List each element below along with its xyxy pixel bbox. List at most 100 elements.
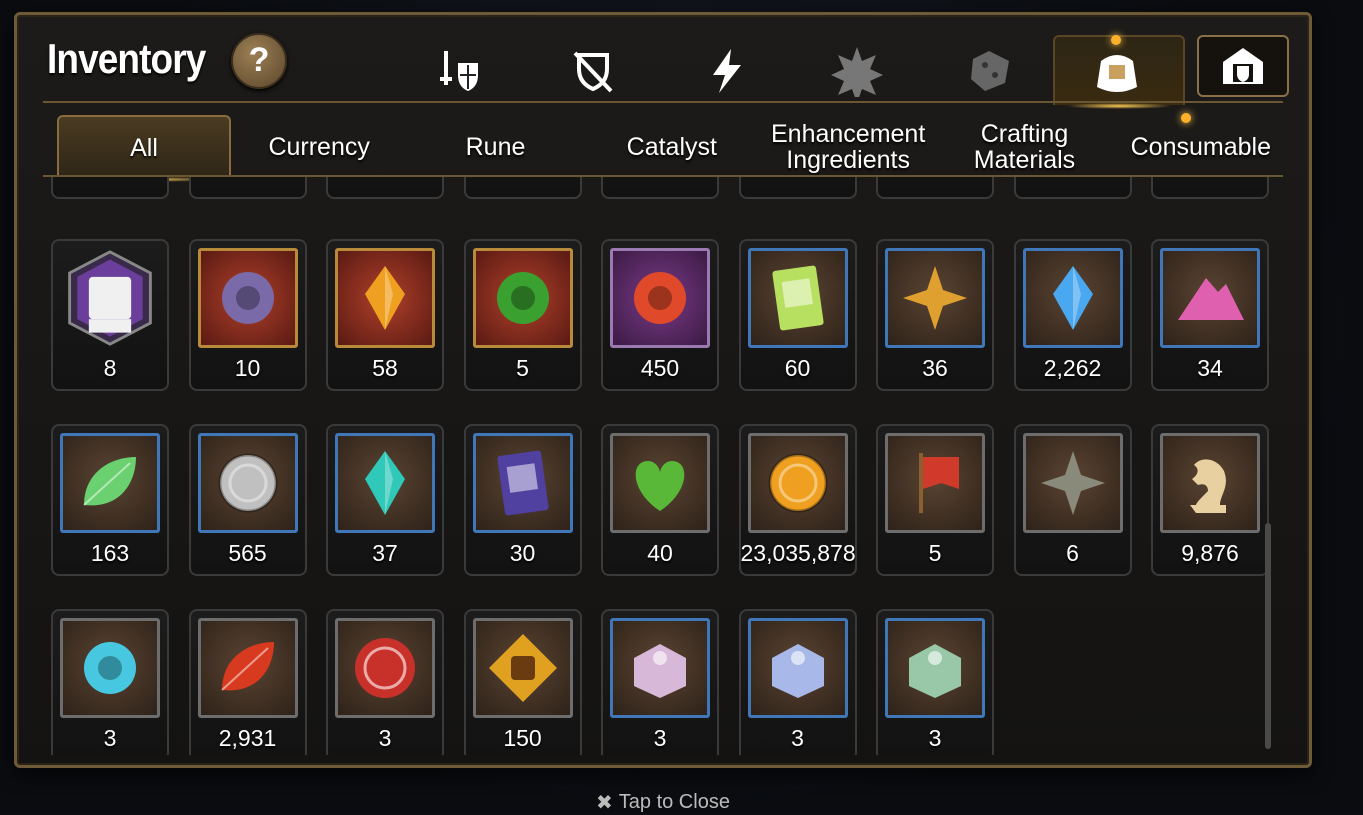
item-frame [335,433,435,533]
red-leaf-icon [220,642,274,691]
clover-charm-icon [496,272,549,324]
item-slot[interactable]: 40 [601,424,719,576]
category-tab-dice[interactable] [961,43,1017,99]
item-slot-partial[interactable] [738,177,857,199]
purple-book-icon [496,450,549,516]
item-frame [197,433,298,533]
item-slot[interactable]: 3 [51,609,169,755]
help-button[interactable]: ? [231,33,287,89]
item-slot[interactable]: 3 [601,609,719,755]
item-slot[interactable]: 37 [326,424,444,576]
item-quantity: 23,035,878 [740,540,856,566]
item-slot[interactable]: 34 [1151,239,1269,391]
item-slot-partial[interactable] [876,177,994,199]
item-frame [1022,433,1123,533]
item-frame [885,248,985,348]
item-slot[interactable]: 3 [876,609,994,755]
item-frame [60,433,160,533]
item-slot-partial[interactable] [463,177,582,199]
item-quantity: 3 [378,725,392,751]
item-frame [335,248,435,348]
purple-rune-icon [221,272,274,324]
storage-icon [1223,48,1263,84]
tap-to-close-label: Tap to Close [618,791,730,813]
item-frame [197,248,298,348]
item-frame [472,433,573,533]
item-frame [610,618,710,718]
tab-label: Rune [465,133,526,161]
item-frame [747,248,848,348]
close-icon: ✖ [596,792,613,814]
item-quantity: 5 [516,355,529,381]
item-frame [1160,248,1260,348]
item-quantity: 5 [928,540,942,566]
item-slot[interactable]: 565 [188,424,307,576]
item-slot-partial[interactable] [1013,177,1132,199]
item-quantity: 60 [784,355,811,381]
item-slot[interactable]: 150 [463,609,582,755]
item-slot[interactable]: 163 [51,424,169,576]
crossed-shield-icon [573,51,613,93]
tab-label: Consumable [1130,133,1271,161]
tab-consumable[interactable]: Consumable [1113,115,1289,179]
item-quantity: 30 [509,540,536,566]
category-tab-skill[interactable] [699,43,755,99]
robot-orb-icon [84,642,136,694]
item-quantity: 36 [922,355,948,381]
item-slot[interactable]: 2,931 [188,609,307,755]
dice-icon [971,51,1009,91]
category-tab-artifact[interactable] [565,43,621,99]
item-quantity: 3 [928,725,942,751]
item-slot[interactable]: 23,035,878 [738,424,857,576]
item-slot[interactable]: 3 [326,609,444,755]
item-slot-partial[interactable] [188,177,307,199]
item-quantity: 37 [372,540,398,566]
inventory-grid[interactable]: 8 10 58 5 450 60 36 2,262 34 163 565 37 30 40 23,035,8… [47,177,1275,755]
item-slot[interactable]: 8 [51,239,169,391]
item-slot-partial[interactable] [51,177,169,199]
item-slot[interactable]: 60 [738,239,857,391]
category-tab-items[interactable] [1053,35,1185,109]
item-slot[interactable]: 36 [876,239,994,391]
item-frame [335,618,435,718]
tab-rune[interactable]: Rune [407,115,583,179]
category-tab-special[interactable] [829,43,885,99]
tab-label: Currency [268,133,370,161]
item-slot[interactable]: 5 [463,239,582,391]
item-slot-partial[interactable] [601,177,719,199]
storage-button[interactable] [1197,35,1289,97]
tab-crafting[interactable]: Crafting Materials [936,115,1112,179]
tap-to-close[interactable]: ✖ Tap to Close [596,790,730,815]
item-frame [60,618,160,718]
item-quantity: 10 [234,355,261,381]
item-slot[interactable]: 9,876 [1151,424,1269,576]
item-slot[interactable]: 2,262 [1013,239,1132,391]
item-slot-partial[interactable] [1151,177,1269,199]
item-quantity: 163 [90,540,130,566]
item-slot[interactable]: 3 [738,609,857,755]
category-tab-equipment[interactable] [432,43,488,99]
item-slot[interactable]: 58 [326,239,444,391]
recipe-card-icon [771,265,824,331]
burst-icon [831,47,883,97]
item-frame [60,248,160,348]
tab-currency[interactable]: Currency [231,115,407,179]
item-slot[interactable]: 6 [1013,424,1132,576]
sword-shield-icon [440,51,478,91]
scrollbar[interactable] [1265,523,1271,749]
tab-all[interactable]: All [57,115,231,182]
red-rune-ring-icon [634,272,686,324]
item-slot-partial[interactable] [326,177,444,199]
item-quantity: 2,931 [218,725,277,751]
item-slot[interactable]: 30 [463,424,582,576]
item-slot[interactable]: 5 [876,424,994,576]
item-slot[interactable]: 450 [601,239,719,391]
item-slot[interactable]: 10 [188,239,307,391]
tab-catalyst[interactable]: Catalyst [584,115,760,179]
item-frame [747,618,848,718]
tab-enhancement[interactable]: Enhancement Ingredients [760,115,936,179]
notification-dot [1111,35,1121,45]
item-quantity: 9,876 [1181,540,1239,566]
tab-label: All [130,134,158,162]
page-title: Inventory [47,35,206,82]
